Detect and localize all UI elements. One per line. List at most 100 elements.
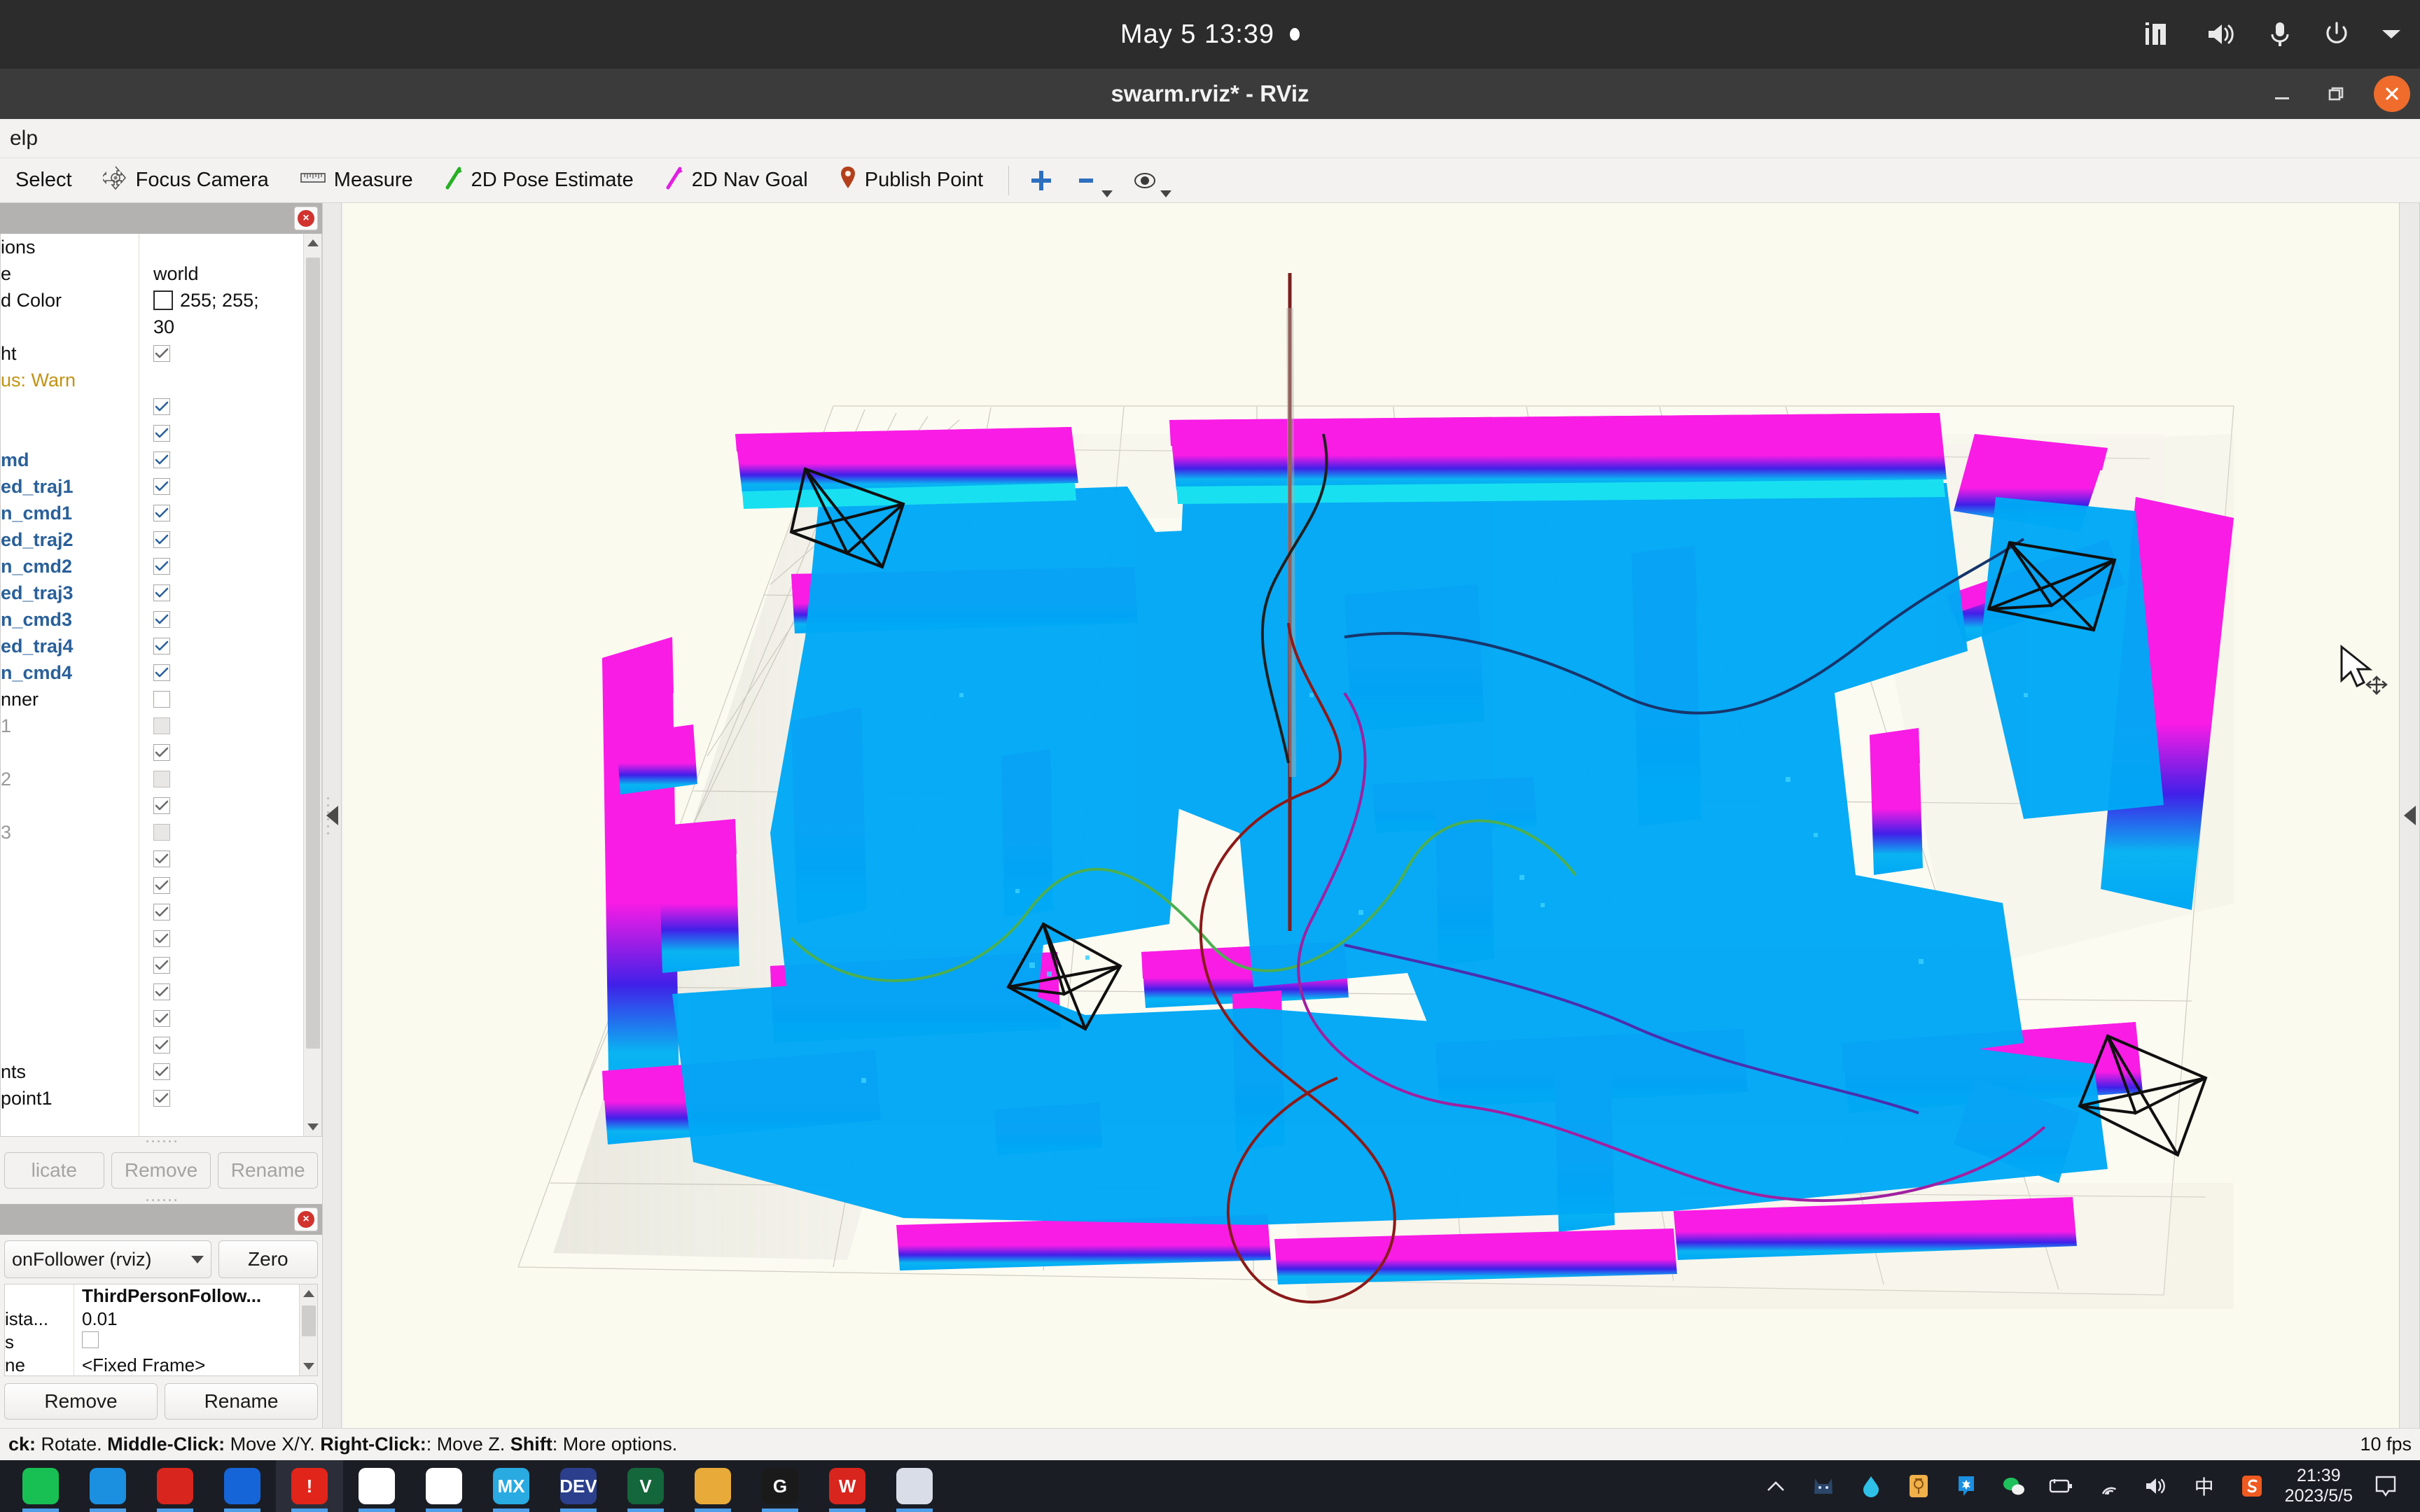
cat-icon[interactable]	[1809, 1471, 1838, 1501]
minimize-button[interactable]	[2267, 79, 2297, 108]
display-row-value-cell[interactable]	[141, 345, 321, 362]
remove-display-button[interactable]: Remove	[111, 1152, 211, 1189]
visibility-checkbox[interactable]	[153, 398, 170, 415]
display-row-value-cell[interactable]: world	[141, 263, 321, 285]
zero-button[interactable]: Zero	[218, 1240, 318, 1278]
view-property-value[interactable]: <Fixed Frame>	[75, 1354, 317, 1376]
volume-icon[interactable]	[2206, 20, 2238, 49]
visibility-checkbox[interactable]	[153, 345, 170, 362]
display-tree-row[interactable]	[1, 872, 321, 899]
orange-badge-icon[interactable]	[1904, 1471, 1933, 1501]
display-tree-row[interactable]	[1, 846, 321, 872]
display-tree-row[interactable]	[1, 420, 321, 447]
sogou-icon[interactable]	[2237, 1471, 2267, 1501]
display-row-value-cell[interactable]	[141, 531, 321, 548]
maximize-button[interactable]	[2321, 79, 2350, 108]
scrollbar-thumb[interactable]	[306, 258, 320, 1049]
display-tree-row[interactable]: ht	[1, 340, 321, 367]
display-tree-row[interactable]	[1, 899, 321, 925]
display-row-value-cell[interactable]	[141, 638, 321, 654]
scroll-down-icon[interactable]	[304, 1118, 321, 1136]
display-row-value-cell[interactable]: 255; 255;	[141, 290, 321, 312]
taskbar-app-g-app[interactable]: G	[746, 1460, 814, 1512]
display-row-value-cell[interactable]	[141, 1090, 321, 1107]
os-clock[interactable]: May 5 13:39	[1120, 20, 1300, 50]
visibility-checkbox[interactable]	[153, 1090, 170, 1107]
water-drop-icon[interactable]	[1856, 1471, 1886, 1501]
display-tree-row[interactable]	[1, 1032, 321, 1058]
display-row-value-cell[interactable]	[141, 1037, 321, 1054]
rename-display-button[interactable]: Rename	[218, 1152, 319, 1189]
scroll-up-icon[interactable]	[300, 1284, 317, 1303]
duplicate-button[interactable]: licate	[4, 1152, 104, 1189]
display-tree-row[interactable]	[1, 739, 321, 766]
taskbar-clock[interactable]: 21:39 2023/5/5	[2285, 1466, 2353, 1506]
display-tree-row[interactable]	[1, 979, 321, 1005]
display-tree-row[interactable]: 1	[1, 713, 321, 739]
display-tree-row[interactable]	[1, 925, 321, 952]
add-tool-button[interactable]	[1019, 158, 1064, 203]
display-tree-row[interactable]: n_cmd1	[1, 500, 321, 526]
display-row-value-cell[interactable]	[141, 691, 321, 708]
visibility-checkbox[interactable]	[153, 983, 170, 1000]
taskbar-app-rviz[interactable]: !	[276, 1460, 343, 1512]
view-property-checkbox[interactable]	[82, 1331, 99, 1348]
display-tree-row[interactable]: nner	[1, 686, 321, 713]
ime-cn-icon[interactable]: 中	[2190, 1471, 2219, 1501]
taskbar-app-mxplayer[interactable]: MX	[478, 1460, 545, 1512]
chevron-down-icon[interactable]	[1160, 190, 1172, 197]
visibility-checkbox[interactable]	[153, 797, 170, 814]
view-properties-scrollbar[interactable]	[299, 1284, 317, 1376]
collapse-right-panel-icon[interactable]	[2403, 806, 2416, 825]
display-row-value-cell[interactable]	[141, 771, 321, 788]
display-tree-row[interactable]	[1, 1005, 321, 1032]
displays-tree[interactable]: ions e world d Color 255; 255; 30 ht us: Warn md…	[0, 234, 322, 1137]
wifi-icon[interactable]	[2094, 1471, 2124, 1501]
chart-icon[interactable]	[2144, 20, 2176, 49]
display-tree-row[interactable]: e world	[1, 260, 321, 287]
dock-grip-2[interactable]	[0, 1196, 322, 1204]
view-property-row[interactable]: ista... 0.01	[5, 1308, 317, 1331]
display-row-value-cell[interactable]: 30	[141, 316, 321, 338]
view-properties-table[interactable]: ThirdPersonFollow... ista... 0.01 s ne <Fixed…	[4, 1284, 318, 1376]
display-tree-row[interactable]	[1, 792, 321, 819]
view-property-row[interactable]: ne <Fixed Frame>	[5, 1354, 317, 1376]
view-property-value[interactable]: ThirdPersonFollow...	[75, 1285, 317, 1307]
chevron-down-icon[interactable]	[1101, 190, 1113, 197]
visibility-checkbox[interactable]	[153, 1063, 170, 1080]
display-tree-row[interactable]: 2	[1, 766, 321, 792]
power-icon[interactable]	[2322, 20, 2351, 49]
taskbar-app-explorer[interactable]	[679, 1460, 746, 1512]
visibility-checkbox[interactable]	[153, 505, 170, 522]
display-row-value-cell[interactable]	[141, 425, 321, 442]
microphone-icon[interactable]	[2267, 20, 2293, 49]
visibility-checkbox[interactable]	[153, 558, 170, 575]
visibility-checkbox[interactable]	[153, 531, 170, 548]
visibility-checkbox[interactable]	[153, 611, 170, 628]
visibility-checkbox[interactable]	[153, 425, 170, 442]
display-tree-row[interactable]	[1, 952, 321, 979]
taskbar-app-qq[interactable]	[74, 1460, 141, 1512]
visibility-checkbox[interactable]	[153, 478, 170, 495]
wechat-icon[interactable]	[1999, 1471, 2029, 1501]
visibility-tool-button[interactable]	[1122, 158, 1181, 203]
volume-icon[interactable]	[2142, 1471, 2171, 1501]
view-property-row[interactable]: ThirdPersonFollow...	[5, 1284, 317, 1308]
display-row-value-cell[interactable]	[141, 983, 321, 1000]
rename-view-button[interactable]: Rename	[165, 1383, 318, 1420]
view-property-row[interactable]: s	[5, 1331, 317, 1354]
display-tree-row[interactable]: n_cmd2	[1, 553, 321, 580]
display-row-value-cell[interactable]	[141, 904, 321, 920]
display-row-value-cell[interactable]	[141, 957, 321, 974]
right-splitter[interactable]	[2399, 203, 2420, 1428]
taskbar-app-chrome[interactable]	[410, 1460, 478, 1512]
display-tree-row[interactable]: md	[1, 447, 321, 473]
3d-viewport[interactable]	[343, 203, 2399, 1428]
menu-item-help[interactable]: elp	[0, 127, 48, 150]
displays-panel-close-button[interactable]: ×	[294, 206, 318, 230]
display-tree-row[interactable]: ions	[1, 234, 321, 260]
display-row-value-cell[interactable]	[141, 451, 321, 468]
visibility-checkbox[interactable]	[153, 1037, 170, 1054]
taskbar-app-devcpp[interactable]: DEV	[545, 1460, 612, 1512]
display-row-value-cell[interactable]	[141, 558, 321, 575]
